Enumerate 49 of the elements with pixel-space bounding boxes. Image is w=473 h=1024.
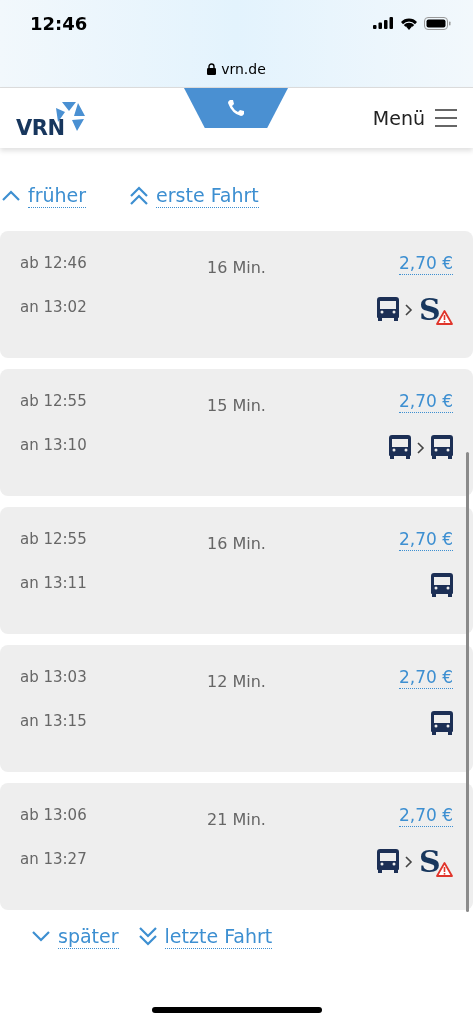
s-bahn-icon: S [419, 846, 441, 877]
trip-duration: 21 Min. [207, 808, 266, 829]
departure-time: ab 13:03 [20, 668, 88, 686]
chevron-up-icon [0, 188, 22, 203]
chevron-right-icon [417, 441, 425, 454]
s-bahn-icon: S [419, 294, 441, 325]
bus-icon [431, 573, 453, 598]
arrival-time: an 13:10 [20, 435, 88, 454]
departure-time: ab 12:55 [20, 530, 88, 548]
departure-time: ab 13:06 [20, 806, 88, 824]
nav-link[interactable]: früher [28, 183, 87, 208]
bus-icon [377, 849, 399, 874]
bus-icon [377, 297, 399, 322]
chevron-right-icon [405, 303, 413, 316]
arrival-time: an 13:02 [20, 297, 88, 316]
arrival-time: an 13:15 [20, 711, 88, 730]
trip-duration: 15 Min. [207, 394, 266, 415]
price-link[interactable]: 2,70 € [398, 251, 453, 275]
nav-link[interactable]: letzte Fahrt [164, 923, 273, 949]
bus-icon [431, 711, 453, 736]
clock-time: 12:46 [30, 12, 88, 34]
url-text[interactable]: vrn.de [221, 60, 266, 77]
arrival-time: an 13:11 [20, 573, 88, 592]
arrival-time: an 13:27 [20, 849, 88, 868]
signal-icon [373, 17, 394, 29]
wifi-icon [400, 16, 418, 30]
departure-time: ab 12:55 [20, 392, 88, 410]
double-chevron-down-icon [136, 925, 159, 947]
bus-icon [431, 435, 453, 460]
menu-icon [435, 108, 457, 128]
chevron-right-icon [405, 855, 413, 868]
battery-icon [424, 16, 451, 30]
nav-link[interactable]: später [58, 923, 119, 949]
lock-icon [207, 62, 217, 75]
trip-duration: 16 Min. [207, 532, 266, 553]
scrollbar[interactable] [466, 452, 469, 912]
trip-duration: 12 Min. [207, 670, 266, 691]
price-link[interactable]: 2,70 € [398, 665, 453, 689]
logo-text[interactable]: VRN [16, 116, 65, 140]
trip-duration: 16 Min. [207, 256, 266, 277]
price-link[interactable]: 2,70 € [398, 803, 453, 827]
chevron-down-icon [30, 929, 52, 943]
departure-time: ab 12:46 [20, 254, 88, 272]
nav-link[interactable]: erste Fahrt [156, 183, 259, 208]
price-link[interactable]: 2,70 € [398, 527, 453, 551]
bus-icon [389, 435, 411, 460]
phone-icon [226, 98, 246, 118]
menu-button[interactable]: Menü [372, 107, 457, 129]
price-link[interactable]: 2,70 € [398, 389, 453, 413]
